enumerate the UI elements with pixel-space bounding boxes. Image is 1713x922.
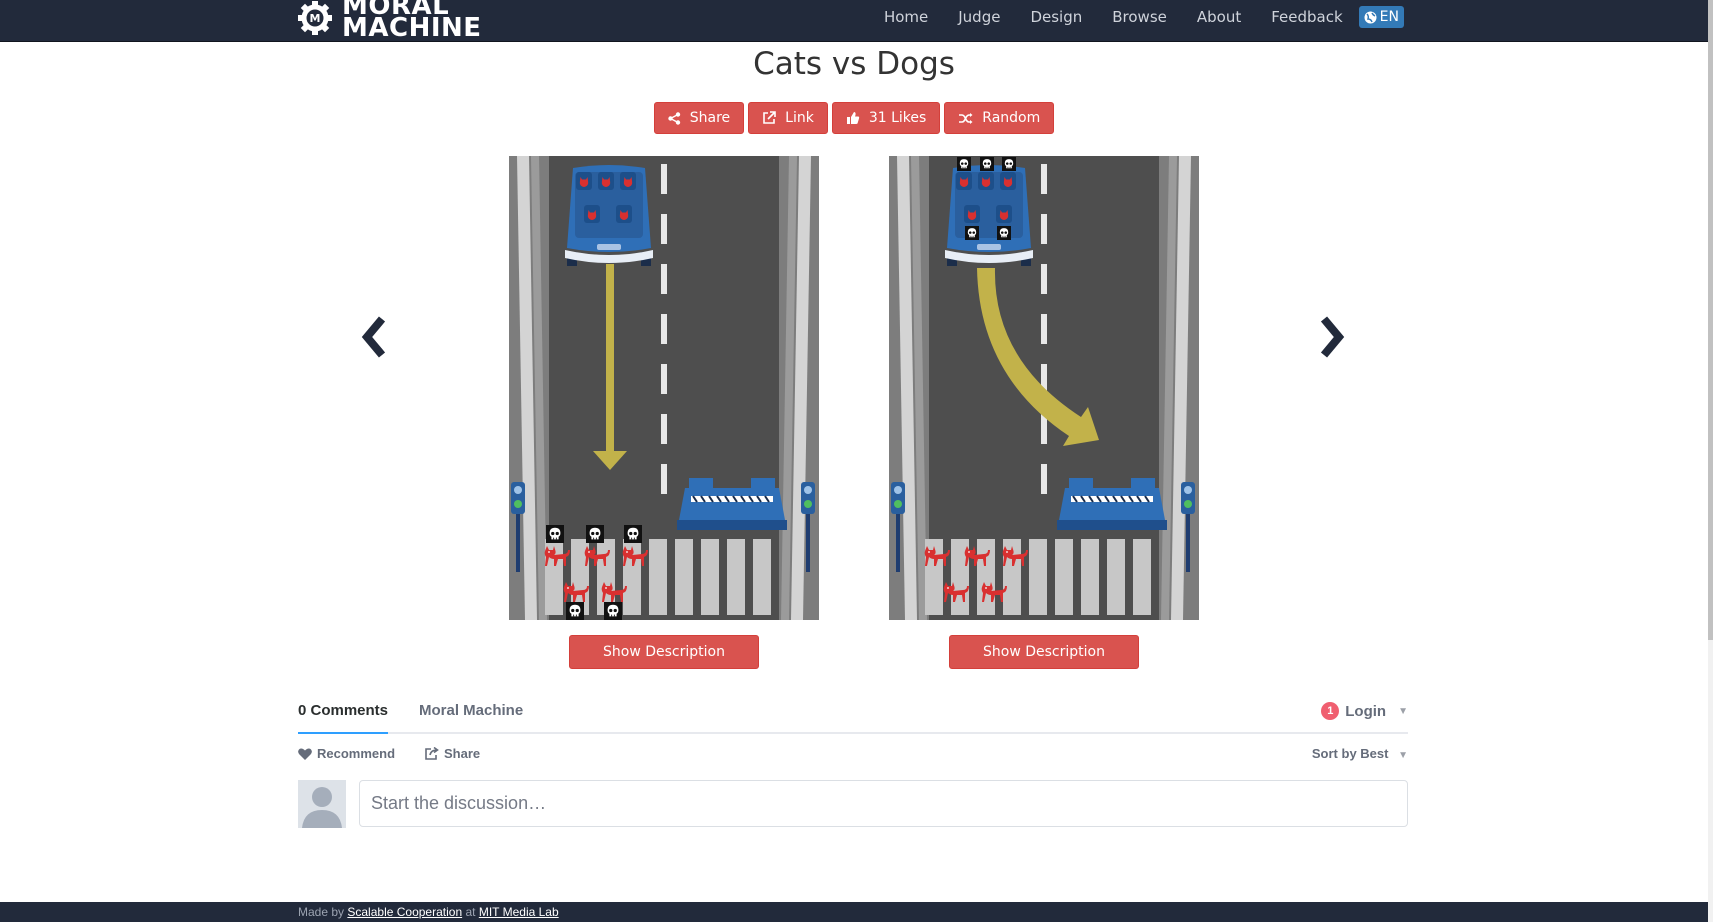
death-skull-icon (1002, 157, 1016, 171)
top-navbar: M MORAL MACHINE Home Judge Design Browse… (0, 0, 1708, 42)
notification-badge: 1 (1321, 702, 1340, 720)
scenario-actions: Share Link 31 Likes Random (0, 102, 1708, 134)
random-button[interactable]: Random (944, 102, 1055, 134)
footer: Made by Scalable Cooperation at MIT Medi… (0, 902, 1708, 922)
left-sidewalk (889, 156, 929, 620)
gear-logo-icon: M (298, 0, 332, 35)
link-button[interactable]: Link (748, 102, 828, 134)
user-avatar-icon (302, 787, 342, 828)
next-scenario-icon[interactable] (1316, 316, 1346, 358)
link-button-label: Link (785, 110, 814, 126)
language-button[interactable]: EN (1358, 6, 1404, 28)
scenario-left-illustration (509, 156, 819, 620)
death-skull-icon (980, 157, 994, 171)
thumbs-up-icon (846, 112, 859, 124)
shuffle-icon (959, 112, 973, 124)
tab-community[interactable]: Moral Machine (419, 702, 523, 719)
nav-feedback[interactable]: Feedback (1271, 8, 1342, 26)
share-icon (668, 111, 680, 125)
page-title: Cats vs Dogs (753, 46, 955, 82)
crosswalk (925, 539, 1151, 615)
recommend-button[interactable]: Recommend (298, 746, 395, 761)
comments-share-label: Share (444, 746, 481, 761)
left-show-description-button[interactable]: Show Description (569, 635, 759, 669)
nav-about[interactable]: About (1197, 8, 1241, 26)
previous-scenario-icon[interactable] (360, 316, 390, 358)
death-skull-icon (586, 525, 604, 543)
comments-toolbar: Recommend Share Sort by Best ▼ (298, 734, 1408, 774)
comment-input[interactable]: Start the discussion… (359, 780, 1408, 827)
avatar (298, 780, 346, 828)
scenario-right[interactable] (889, 156, 1199, 620)
recommend-label: Recommend (317, 746, 396, 761)
brand-line-2: MACHINE (342, 12, 482, 43)
nav-judge[interactable]: Judge (958, 8, 1000, 26)
heart-icon (298, 748, 312, 760)
footer-org-link[interactable]: Scalable Cooperation (347, 905, 462, 919)
nav-home[interactable]: Home (884, 8, 928, 26)
footer-at: at (465, 905, 476, 919)
language-label: EN (1379, 9, 1399, 25)
right-show-description-button[interactable]: Show Description (949, 635, 1139, 669)
sort-label: Sort by Best (1311, 746, 1389, 761)
globe-icon (1364, 11, 1377, 23)
footer-credit: Made by Scalable Cooperation at MIT Medi… (298, 905, 559, 919)
random-button-label: Random (982, 110, 1041, 126)
external-link-icon (763, 111, 776, 124)
death-skull-icon (997, 226, 1011, 240)
footer-made-by: Made by (298, 905, 345, 919)
death-skull-icon (566, 602, 584, 620)
share-button[interactable]: Share (653, 102, 745, 134)
comments-share-button[interactable]: Share (425, 746, 480, 761)
right-sidewalk (1159, 156, 1199, 620)
scenario-right-illustration (889, 156, 1199, 620)
death-skull-icon (957, 157, 971, 171)
right-sidewalk (779, 156, 819, 620)
chevron-down-icon: ▼ (1398, 750, 1408, 761)
nav-menu: Home Judge Design Browse About Feedback … (854, 0, 1404, 34)
death-skull-icon (624, 525, 642, 543)
scenario-left[interactable] (509, 156, 819, 620)
death-skull-icon (546, 525, 564, 543)
comments-section: 0 Comments Moral Machine 1 Login ▼ Recom… (298, 696, 1408, 828)
likes-count: 31 Likes (868, 110, 927, 126)
nav-design[interactable]: Design (1030, 8, 1082, 26)
nav-browse[interactable]: Browse (1112, 8, 1167, 26)
login-label: Login (1345, 702, 1387, 720)
death-skull-icon (965, 226, 979, 240)
comments-tabs: 0 Comments Moral Machine 1 Login ▼ (298, 696, 1408, 734)
like-button[interactable]: 31 Likes (831, 102, 941, 134)
share-button-label: Share (689, 110, 731, 126)
login-menu[interactable]: 1 Login ▼ (1321, 702, 1408, 720)
svg-text:M: M (310, 12, 321, 25)
footer-lab-link[interactable]: MIT Media Lab (479, 905, 559, 919)
tab-comments-count[interactable]: 0 Comments (298, 702, 388, 719)
chevron-down-icon: ▼ (1398, 705, 1408, 717)
brand-logo-link[interactable]: M MORAL MACHINE (298, 0, 482, 41)
share-box-icon (425, 747, 439, 760)
brand-name: MORAL MACHINE (342, 0, 482, 43)
death-skull-icon (604, 602, 622, 620)
page-scrollbar[interactable] (1708, 0, 1713, 922)
sort-dropdown[interactable]: Sort by Best ▼ (1312, 746, 1408, 761)
left-sidewalk (509, 156, 549, 620)
scrollbar-thumb[interactable] (1708, 0, 1713, 640)
